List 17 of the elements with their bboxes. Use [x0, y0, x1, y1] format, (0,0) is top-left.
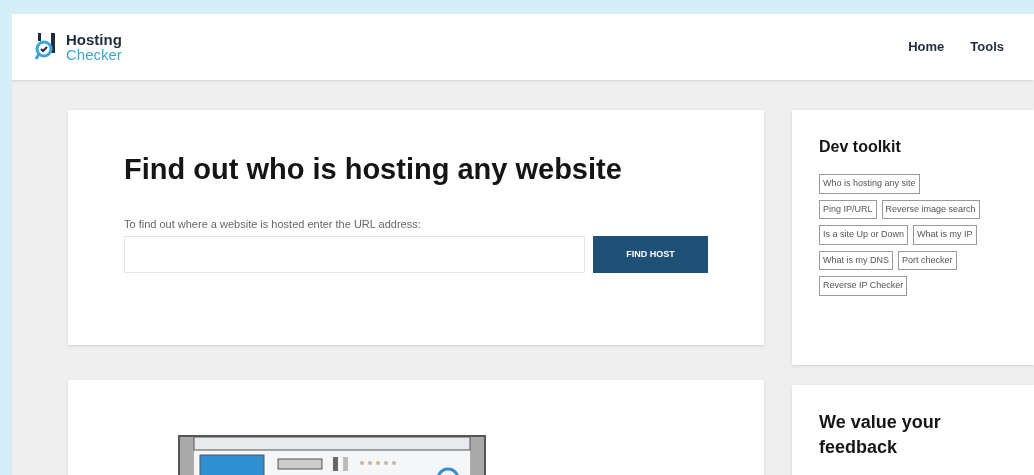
tool-link[interactable]: Reverse image search — [881, 199, 980, 219]
dev-toolkit-title: Dev toolkit — [819, 137, 902, 157]
tool-link[interactable]: Reverse IP Checker — [819, 276, 908, 296]
tool-link[interactable]: What is my IP — [913, 225, 977, 245]
logo-text: Checker — [66, 47, 122, 62]
nav-link[interactable]: Tools — [970, 37, 1004, 57]
page-title: Find out who is hosting any website — [124, 152, 623, 187]
url-input-field[interactable] — [124, 236, 585, 273]
tool-link[interactable]: Who is hosting any site — [819, 174, 920, 194]
nav-link[interactable]: Home — [908, 37, 945, 57]
feedback-title: We value your feedback — [819, 411, 942, 459]
tool-link[interactable]: Port checker — [898, 250, 957, 270]
tool-link[interactable]: Is a site Up or Down — [819, 225, 909, 245]
tool-link[interactable]: What is my DNS — [819, 250, 893, 270]
url-label: To find out where a website is hosted enter the URL address: — [124, 216, 422, 232]
tool-link[interactable]: Ping IP/URL — [819, 199, 877, 219]
find-host-button[interactable]: FIND HOST — [593, 236, 708, 273]
